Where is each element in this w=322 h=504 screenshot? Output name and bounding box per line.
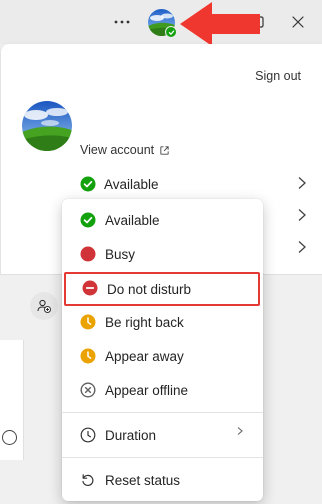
view-account-label: View account (80, 143, 155, 157)
person-add-icon (37, 299, 51, 313)
avatar-landscape-icon (22, 101, 72, 151)
status-option-be-right-back[interactable]: Be right back (62, 306, 263, 338)
do-not-disturb-icon (82, 280, 98, 296)
chevron-right-icon (237, 427, 243, 435)
open-external-icon (160, 145, 169, 155)
profile-avatar (22, 101, 72, 151)
duration-label: Duration (105, 427, 157, 443)
more-options-button[interactable] (112, 12, 132, 32)
menu-divider (62, 412, 263, 413)
chevron-right-icon[interactable] (296, 208, 308, 222)
status-option-label: Be right back (105, 314, 184, 330)
status-option-label: Busy (105, 246, 136, 262)
checkmark-icon (168, 29, 174, 35)
busy-icon (80, 246, 96, 262)
status-option-label: Do not disturb (107, 281, 192, 297)
appear-away-icon (80, 348, 96, 364)
close-icon (292, 16, 304, 28)
clock-icon (80, 427, 96, 443)
close-window-button[interactable] (290, 14, 306, 30)
view-account-link[interactable]: View account (80, 143, 170, 157)
menu-divider (62, 457, 263, 458)
status-option-appear-away[interactable]: Appear away (62, 340, 263, 372)
reset-icon (82, 474, 94, 486)
appear-offline-icon (80, 382, 96, 398)
chevron-right-icon[interactable] (296, 176, 308, 190)
reset-status-label: Reset status (105, 472, 181, 488)
status-option-appear-offline[interactable]: Appear offline (62, 374, 263, 406)
reset-status-option[interactable]: Reset status (62, 464, 263, 496)
available-icon (80, 176, 96, 192)
status-option-label: Available (105, 212, 160, 228)
duration-option[interactable]: Duration (62, 419, 263, 451)
status-option-do-not-disturb[interactable]: Do not disturb (64, 272, 260, 306)
add-account-button[interactable] (30, 292, 58, 320)
status-option-label: Appear away (105, 348, 184, 364)
title-bar (0, 0, 322, 44)
status-option-busy[interactable]: Busy (62, 238, 263, 270)
red-arrow-annotation (180, 2, 260, 46)
status-option-available[interactable]: Available (62, 204, 263, 236)
status-option-label: Appear offline (105, 382, 189, 398)
be-right-back-icon (80, 314, 96, 330)
current-status-row[interactable]: Available (80, 174, 320, 194)
more-horizontal-icon (114, 20, 130, 24)
background-radio-button[interactable] (2, 430, 17, 445)
sign-out-link[interactable]: Sign out (255, 69, 301, 83)
available-icon (80, 212, 96, 228)
current-status-label: Available (104, 176, 159, 192)
status-menu: Available Busy Do not disturb Be right b… (62, 199, 263, 501)
chevron-right-icon[interactable] (296, 240, 308, 254)
